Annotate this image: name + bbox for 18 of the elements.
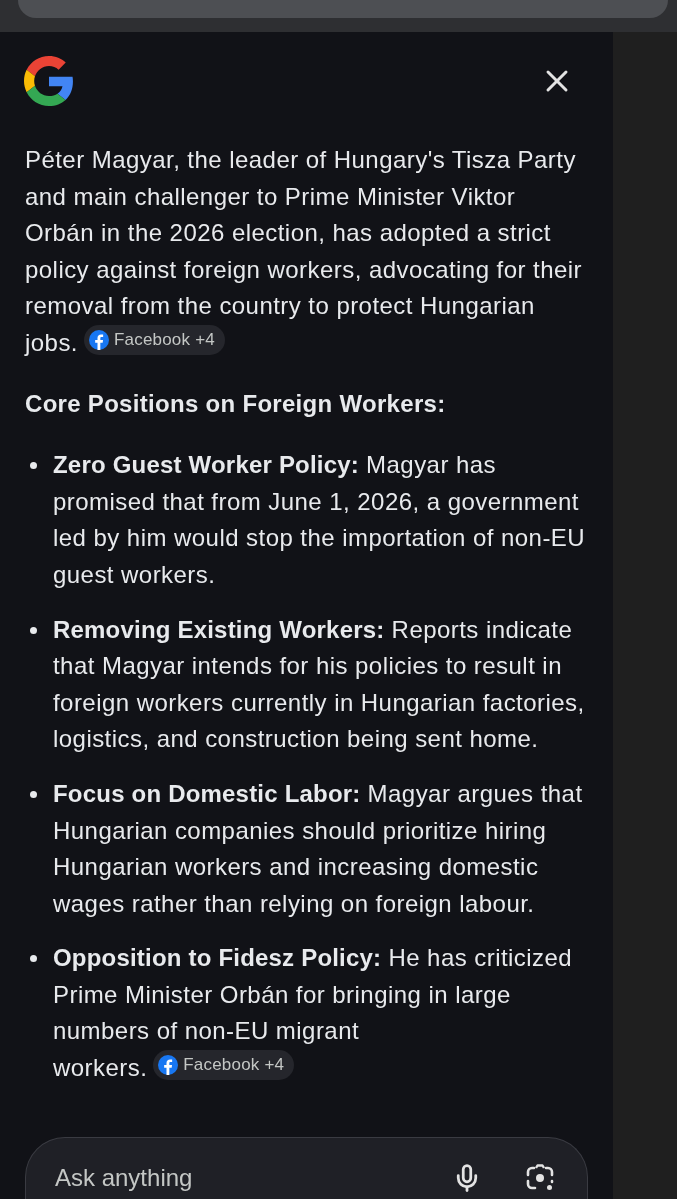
bullet-text: Opposition to Fidesz Policy: He has criticized Prime Minister Orbán for bringing in large numbers of non-EU migrant workers. Facebook +4 (53, 943, 574, 1084)
facebook-icon (88, 329, 109, 350)
source-chip[interactable]: Facebook +4 (153, 1050, 295, 1081)
bullet-icon (30, 955, 37, 963)
google-logo-icon (24, 56, 74, 106)
ask-bar[interactable]: Ask anything (25, 1137, 588, 1199)
bullet-text: Removing Existing Workers: Reports indicate that Magyar intends for his policies to result in foreign workers currently in Hungarian factories, logistics, and construction being sent home. (53, 614, 586, 755)
bullet-icon (30, 462, 37, 470)
ask-field[interactable]: Ask anything (55, 1157, 447, 1198)
facebook-icon (158, 1055, 179, 1076)
section-heading: Core Positions on Foreign Workers: (25, 388, 447, 419)
camera-search-icon (525, 1162, 555, 1193)
answer-paragraph: Péter Magyar, the leader of Hungary's Tisza Party and main challenger to Prime Minister Viktor Orbán in the 2026 election, has adopted a strict policy against foreign workers, advocating for their removal from the country to protect Hungarian jobs. Facebook +4 (25, 145, 583, 358)
bullet-icon (30, 626, 37, 634)
source-chip[interactable]: Facebook +4 (83, 324, 225, 355)
bullet-text: Zero Guest Worker Policy: Magyar has promised that from June 1, 2026, a government led by him would stop the importation of non-EU guest workers. (53, 450, 587, 590)
bullet-text: Focus on Domestic Labor: Magyar argues that Hungarian companies should prioritize hiring Hungarian workers and increasing domestic wages rather than relying on foreign labour. (53, 778, 584, 919)
bullet-icon (30, 790, 37, 798)
